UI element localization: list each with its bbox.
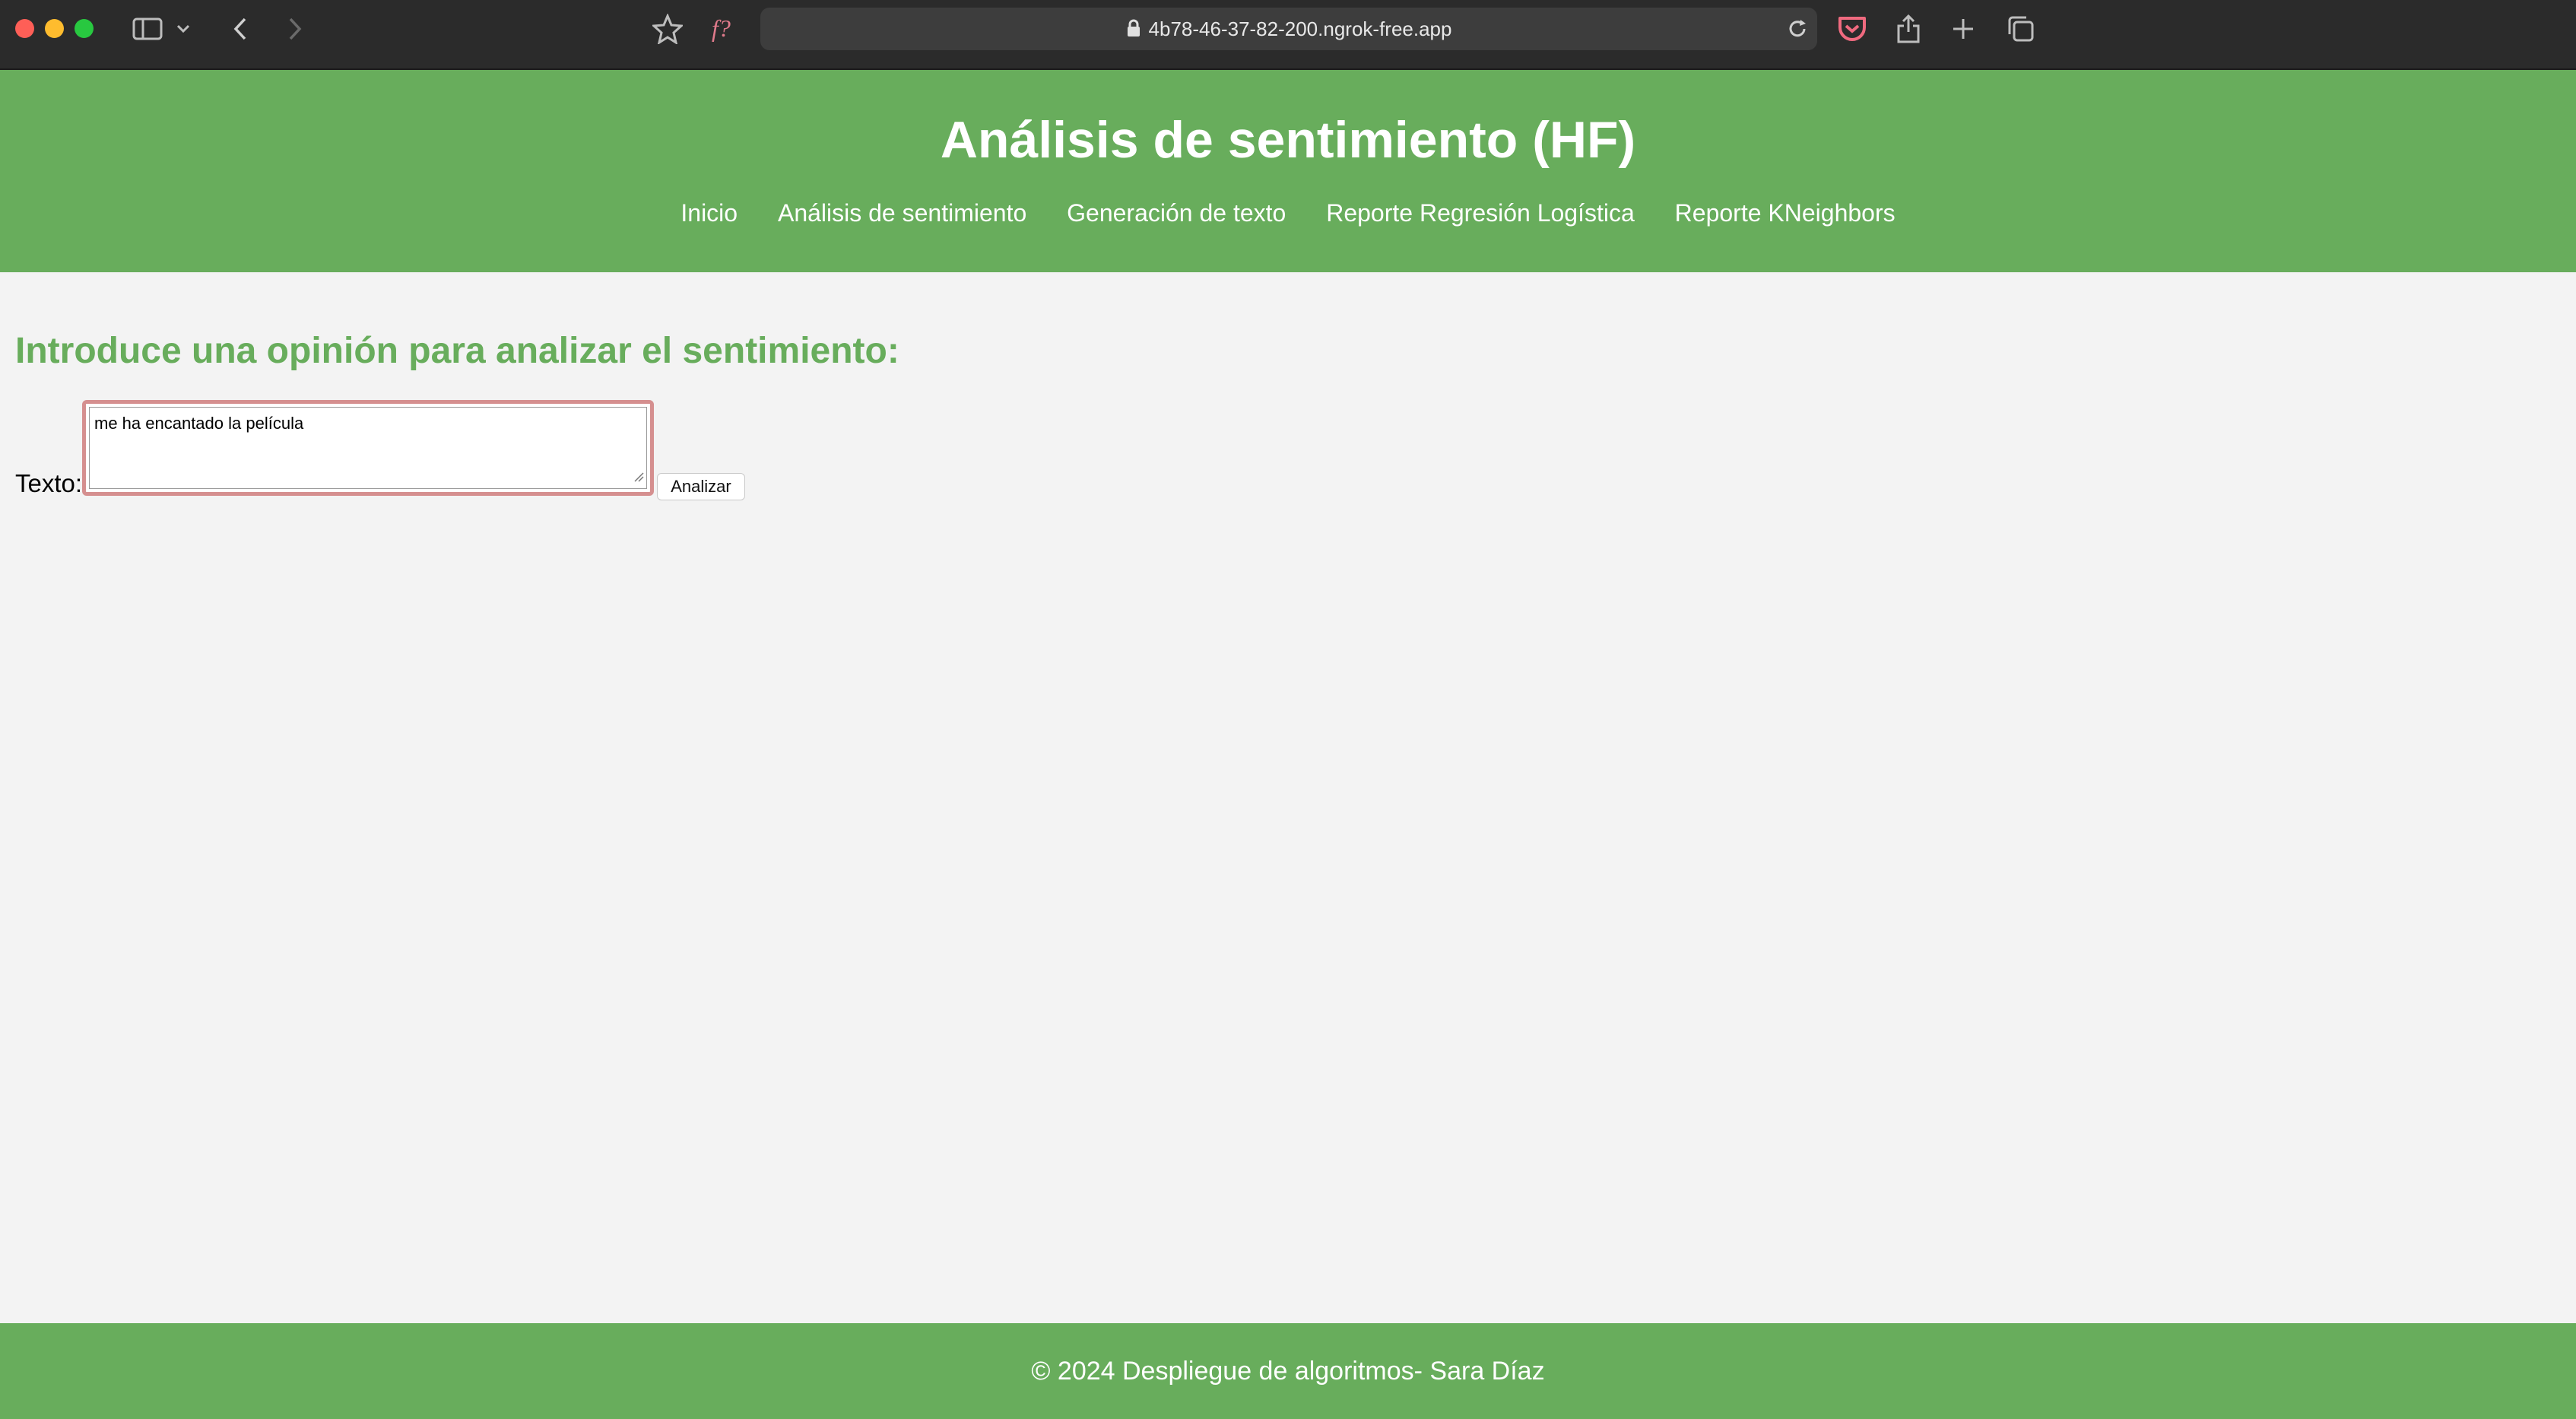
tabs-overview-icon[interactable] xyxy=(2003,11,2039,47)
browser-toolbar: f? 4b78-46-37-82-200.ngrok-free.app xyxy=(0,0,2576,70)
site-title: Análisis de sentimiento (HF) xyxy=(940,111,1636,169)
new-tab-icon[interactable] xyxy=(1945,11,1981,47)
zoom-window-button[interactable] xyxy=(75,19,94,38)
nav-inicio[interactable]: Inicio xyxy=(680,199,738,227)
analizar-button[interactable]: Analizar xyxy=(657,473,745,500)
site-footer: © 2024 Despliegue de algoritmos- Sara Dí… xyxy=(0,1323,2576,1419)
site-header: Análisis de sentimiento (HF) Inicio Anál… xyxy=(0,70,2576,272)
chevron-down-icon[interactable] xyxy=(172,11,195,47)
address-bar[interactable]: 4b78-46-37-82-200.ngrok-free.app xyxy=(760,8,1817,50)
nav-reporte-kneighbors[interactable]: Reporte KNeighbors xyxy=(1675,199,1896,227)
reload-icon[interactable] xyxy=(1779,11,1816,47)
svg-text:f?: f? xyxy=(712,15,731,42)
main-nav: Inicio Análisis de sentimiento Generació… xyxy=(0,198,2576,228)
resize-grip-icon[interactable] xyxy=(633,471,644,486)
opinion-textarea[interactable]: me ha encantado la película xyxy=(89,407,647,489)
minimize-window-button[interactable] xyxy=(45,19,64,38)
pocket-icon[interactable] xyxy=(1834,11,1870,47)
nav-reporte-regresion-logistica[interactable]: Reporte Regresión Logística xyxy=(1326,199,1635,227)
texto-label: Texto: xyxy=(15,469,83,497)
sidebar-icon[interactable] xyxy=(129,11,166,47)
page-heading: Introduce una opinión para analizar el s… xyxy=(15,331,899,371)
share-icon[interactable] xyxy=(1890,11,1927,47)
star-icon[interactable] xyxy=(649,11,686,47)
url-text: 4b78-46-37-82-200.ngrok-free.app xyxy=(1148,17,1452,40)
close-window-button[interactable] xyxy=(15,19,34,38)
f-icon[interactable]: f? xyxy=(707,11,744,47)
back-icon[interactable] xyxy=(222,11,259,47)
opinion-textarea-frame: me ha encantado la película xyxy=(82,400,654,496)
forward-icon[interactable] xyxy=(277,11,313,47)
lock-icon xyxy=(1126,9,1141,52)
nav-analisis-sentimiento[interactable]: Análisis de sentimiento xyxy=(778,199,1026,227)
footer-text: © 2024 Despliegue de algoritmos- Sara Dí… xyxy=(1031,1357,1545,1386)
nav-generacion-texto[interactable]: Generación de texto xyxy=(1067,199,1286,227)
